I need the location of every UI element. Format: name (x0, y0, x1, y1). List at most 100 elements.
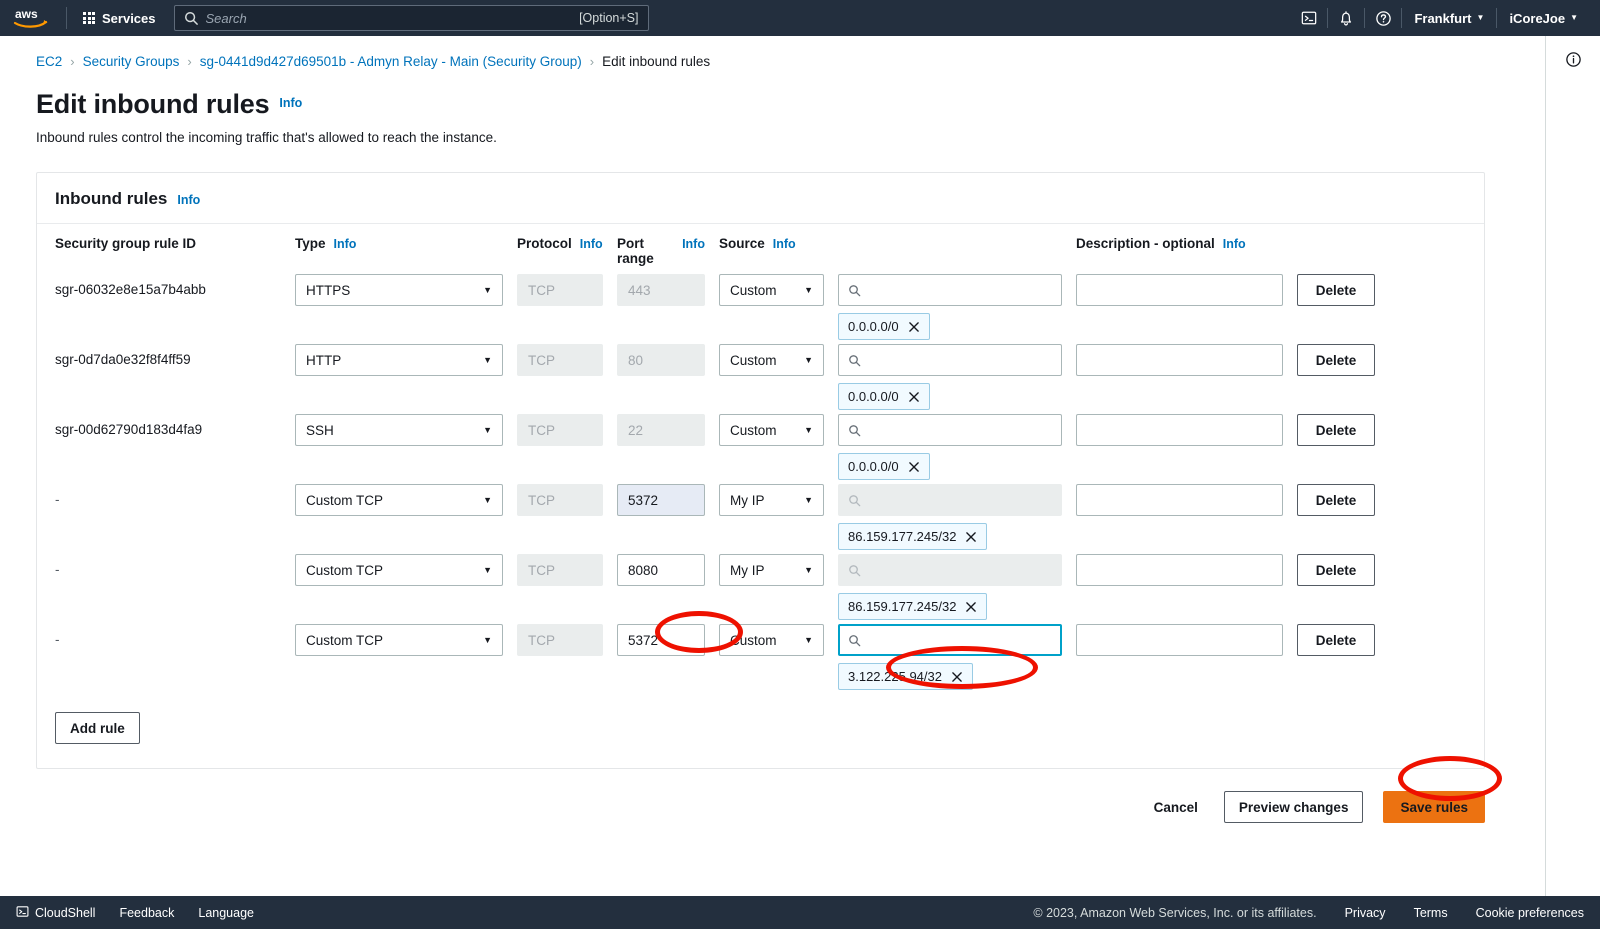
protocol-input: TCP (517, 414, 603, 446)
remove-cidr-icon[interactable] (965, 601, 977, 613)
breadcrumb-item-2[interactable]: Security Groups (83, 54, 180, 69)
breadcrumb-item-1[interactable]: EC2 (36, 54, 62, 69)
remove-cidr-icon[interactable] (908, 461, 920, 473)
type-cell: HTTP ▼ (295, 344, 517, 376)
source-cidr-label: 3.122.225.94/32 (848, 669, 942, 684)
column-header-source: Source Info (719, 236, 838, 251)
source-type-select[interactable]: My IP ▼ (719, 484, 824, 516)
preview-changes-button[interactable]: Preview changes (1223, 791, 1364, 823)
column-info-link[interactable]: Info (682, 237, 705, 251)
footer-language-link[interactable]: Language (198, 906, 254, 920)
type-cell: HTTPS ▼ (295, 274, 517, 306)
add-rule-button[interactable]: Add rule (55, 712, 140, 744)
port-range-input[interactable]: 8080 (617, 554, 705, 586)
services-menu-button[interactable]: Services (75, 6, 164, 31)
type-value: Custom TCP (306, 562, 384, 578)
delete-rule-button[interactable]: Delete (1297, 344, 1375, 376)
source-search-input[interactable] (838, 624, 1062, 656)
page-title-info-link[interactable]: Info (279, 96, 302, 110)
notifications-bell-icon[interactable] (1328, 0, 1364, 36)
description-input[interactable] (1076, 274, 1283, 306)
remove-cidr-icon[interactable] (908, 321, 920, 333)
grid-menu-icon (83, 12, 95, 24)
source-type-value: Custom (730, 352, 777, 368)
source-type-select[interactable]: Custom ▼ (719, 624, 824, 656)
region-selector[interactable]: Frankfurt ▼ (1402, 0, 1496, 36)
delete-rule-button[interactable]: Delete (1297, 554, 1375, 586)
description-input[interactable] (1076, 344, 1283, 376)
footer-cloudshell-button[interactable]: CloudShell (16, 905, 95, 921)
remove-cidr-icon[interactable] (965, 531, 977, 543)
protocol-input: TCP (517, 344, 603, 376)
footer-terms-link[interactable]: Terms (1414, 906, 1448, 920)
account-menu[interactable]: iCoreJoe ▼ (1497, 0, 1590, 36)
type-select[interactable]: Custom TCP ▼ (295, 624, 503, 656)
rule-id-cell: sgr-00d62790d183d4fa9 (55, 422, 203, 437)
source-cell: 0.0.0.0/0 (838, 274, 1076, 340)
column-info-link[interactable]: Info (334, 237, 357, 251)
source-type-select[interactable]: My IP ▼ (719, 554, 824, 586)
breadcrumb: EC2 › Security Groups › sg-0441d9d427d69501b… (0, 36, 1545, 69)
rule-id-cell: - (55, 632, 60, 647)
info-circle-icon[interactable] (1562, 48, 1584, 70)
port-range-input[interactable]: 5372 (617, 624, 705, 656)
source-cidr-chip: 0.0.0.0/0 (838, 383, 930, 410)
port-range-input[interactable]: 5372 (617, 484, 705, 516)
chevron-down-icon: ▼ (804, 565, 813, 575)
source-search-input[interactable] (838, 414, 1062, 446)
protocol-cell: TCP (517, 484, 617, 516)
search-icon (848, 354, 861, 367)
type-select[interactable]: Custom TCP ▼ (295, 554, 503, 586)
footer-cookie-preferences-link[interactable]: Cookie preferences (1476, 906, 1584, 920)
cancel-button[interactable]: Cancel (1148, 800, 1204, 815)
source-type-select[interactable]: Custom ▼ (719, 274, 824, 306)
delete-rule-button[interactable]: Delete (1297, 274, 1375, 306)
type-select[interactable]: HTTPS ▼ (295, 274, 503, 306)
column-info-link[interactable]: Info (580, 237, 603, 251)
delete-rule-button[interactable]: Delete (1297, 414, 1375, 446)
source-type-cell: My IP ▼ (719, 554, 838, 586)
type-select[interactable]: Custom TCP ▼ (295, 484, 503, 516)
source-search-input[interactable] (838, 274, 1062, 306)
chevron-down-icon: ▼ (804, 355, 813, 365)
description-input[interactable] (1076, 484, 1283, 516)
source-type-select[interactable]: Custom ▼ (719, 414, 824, 446)
source-cidr-chip: 3.122.225.94/32 (838, 663, 973, 690)
type-select[interactable]: SSH ▼ (295, 414, 503, 446)
cloudshell-icon[interactable] (1291, 0, 1327, 36)
source-type-cell: My IP ▼ (719, 484, 838, 516)
protocol-input: TCP (517, 484, 603, 516)
column-info-link[interactable]: Info (773, 237, 796, 251)
panel-info-link[interactable]: Info (177, 193, 200, 207)
source-type-value: Custom (730, 282, 777, 298)
footer-privacy-link[interactable]: Privacy (1345, 906, 1386, 920)
type-select[interactable]: HTTP ▼ (295, 344, 503, 376)
rules-table-header: Security group rule ID Type Info Protocol In… (55, 236, 1466, 274)
delete-rule-button[interactable]: Delete (1297, 624, 1375, 656)
aws-logo[interactable]: aws (10, 5, 52, 31)
global-search-bar[interactable]: [Option+S] (173, 5, 649, 31)
source-cidr-chip: 86.159.177.245/32 (838, 523, 988, 550)
source-type-select[interactable]: Custom ▼ (719, 344, 824, 376)
remove-cidr-icon[interactable] (951, 671, 963, 683)
source-cidr-chip: 0.0.0.0/0 (838, 313, 930, 340)
type-value: HTTP (306, 352, 342, 368)
column-header-label: Port range (617, 236, 654, 266)
help-question-icon[interactable] (1365, 0, 1401, 36)
delete-rule-button[interactable]: Delete (1297, 484, 1375, 516)
column-info-link[interactable]: Info (1223, 237, 1246, 251)
search-icon (848, 634, 861, 647)
footer-cloudshell-label: CloudShell (35, 905, 96, 920)
source-search-input[interactable] (838, 344, 1062, 376)
footer-feedback-link[interactable]: Feedback (119, 906, 174, 920)
column-header-label: Type (295, 236, 326, 251)
save-rules-button[interactable]: Save rules (1383, 791, 1485, 823)
remove-cidr-icon[interactable] (908, 391, 920, 403)
search-input[interactable] (205, 10, 572, 26)
description-input[interactable] (1076, 554, 1283, 586)
breadcrumb-item-3[interactable]: sg-0441d9d427d69501b - Admyn Relay - Mai… (200, 54, 582, 69)
source-cell: 86.159.177.245/32 (838, 484, 1076, 550)
chevron-down-icon: ▼ (804, 495, 813, 505)
description-input[interactable] (1076, 414, 1283, 446)
description-input[interactable] (1076, 624, 1283, 656)
